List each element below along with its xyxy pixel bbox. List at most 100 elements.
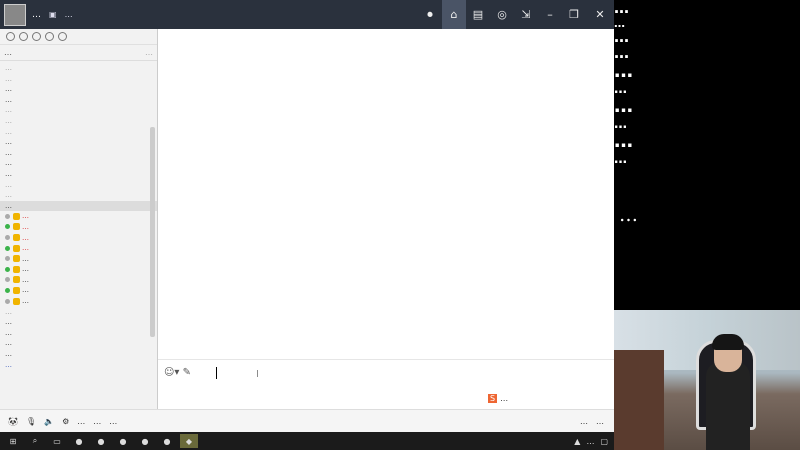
channel-list-item[interactable]: … (0, 211, 157, 222)
channel-list-item[interactable]: … (0, 169, 157, 180)
channel-list-item[interactable]: … (0, 360, 157, 371)
clock[interactable]: … (586, 437, 594, 446)
webcam-feed (614, 310, 800, 450)
followers-count: … (64, 10, 73, 19)
channel-list-item[interactable]: … (0, 180, 157, 191)
title-bar: … ▣ … ⏺ ⌂ ▤ ◎ ⇲ – ❐ ✕ (0, 0, 614, 29)
webcam-shelf (614, 350, 664, 450)
scrollbar[interactable] (150, 127, 155, 337)
channel-list-item[interactable]: … (0, 127, 157, 138)
channel-tool-icon[interactable] (19, 32, 28, 41)
channel-list-item[interactable]: … (0, 285, 157, 296)
push-to-talk-button[interactable]: … (77, 417, 85, 426)
app-icon[interactable]: ● (70, 434, 88, 448)
search-icon[interactable]: ⌕ (26, 434, 44, 448)
channel-list-item[interactable]: … (0, 243, 157, 254)
minimize-icon[interactable]: – (538, 0, 562, 29)
channel-list-item[interactable]: … (0, 307, 157, 318)
mic-icon[interactable]: 🎙 (26, 417, 36, 426)
channel-list-item-label: … (5, 95, 12, 104)
message-input-area[interactable]: ☺▾ ✎ I S … (158, 359, 614, 409)
user-badge-icon (13, 244, 20, 252)
mixer-icon[interactable]: ⚙ (62, 417, 69, 426)
channel-list-item[interactable]: … (0, 95, 157, 106)
channel-list-item[interactable]: … (0, 264, 157, 275)
status-dot-icon (5, 298, 10, 304)
channel-list-item[interactable]: … (0, 328, 157, 339)
overlay-text-line: … (614, 82, 627, 97)
video-icon[interactable]: ⏺ (418, 0, 442, 29)
status-dot-icon (5, 256, 10, 262)
task-view-icon[interactable]: ▭ (48, 434, 66, 448)
channel-list-item[interactable]: … (0, 190, 157, 201)
bottom-toolbar: 🐼 🎙 🔈 ⚙ … … … … … (0, 409, 614, 432)
channel-list-item[interactable]: … (0, 74, 157, 85)
channel-list-item[interactable]: … (0, 84, 157, 95)
home-icon[interactable]: ⌂ (442, 0, 466, 29)
streamer-body (706, 362, 750, 450)
app-icon[interactable]: ● (114, 434, 132, 448)
channel-list-item[interactable]: … (0, 296, 157, 307)
layout-icon[interactable]: ▤ (466, 0, 490, 29)
channel-list-item[interactable]: … (0, 233, 157, 244)
id-card-icon: ▣ (49, 10, 57, 19)
speak-mode-row[interactable]: … … (0, 45, 157, 61)
channel-template-button[interactable]: … (580, 417, 588, 426)
system-tray-icon[interactable]: ▲ (574, 437, 580, 446)
channel-list-item-label: … (5, 318, 12, 327)
channel-list-item[interactable]: … (0, 222, 157, 233)
app-icon[interactable]: ● (136, 434, 154, 448)
channel-list-item[interactable]: … (0, 137, 157, 148)
active-app-icon[interactable]: ◆ (180, 434, 198, 448)
channel-list-item[interactable]: … (0, 116, 157, 127)
overlay-text-line: … (614, 60, 633, 82)
gamepad-icon[interactable]: ◎ (490, 0, 514, 29)
channel-list-item-label: … (5, 148, 12, 157)
grid-icon[interactable] (45, 32, 54, 41)
ime-toolbar[interactable]: S … (488, 394, 508, 403)
overlay-text-line: … (614, 95, 633, 117)
channel-list-item[interactable]: … (0, 148, 157, 159)
ibeam-cursor: I (256, 369, 259, 380)
search-icon[interactable] (58, 32, 67, 41)
overlay-text-line: … (614, 17, 625, 30)
overlay-text-line: … (614, 152, 627, 167)
user-badge-icon (13, 255, 20, 263)
channel-list-item[interactable]: … (0, 63, 157, 74)
emoji-icon[interactable]: ☺▾ ✎ (164, 367, 191, 378)
channel-list-item-label: … (5, 307, 12, 316)
user-badge-icon (13, 212, 20, 220)
channel-list-item[interactable]: … (0, 349, 157, 360)
app-center-button[interactable]: … (596, 417, 604, 426)
close-icon[interactable]: ✕ (586, 0, 614, 29)
channel-list-item-label: … (5, 85, 12, 94)
app-icon[interactable]: ● (92, 434, 110, 448)
text-caret (216, 367, 217, 379)
ime-label[interactable]: … (500, 394, 508, 403)
channel-list-item[interactable]: … (0, 338, 157, 349)
speak-mode-label[interactable]: … (4, 48, 12, 57)
channel-list-item[interactable]: … (0, 200, 157, 212)
channel-list: …………………………………………………………………………… (0, 61, 157, 370)
channel-list-item[interactable]: … (0, 254, 157, 265)
channel-list-item[interactable]: … (0, 158, 157, 169)
windows-start-icon[interactable]: ⊞ (4, 434, 22, 448)
channel-list-item[interactable]: … (0, 317, 157, 328)
avatar[interactable] (4, 3, 26, 26)
shrink-icon[interactable]: ⇲ (514, 0, 538, 29)
notification-icon[interactable]: ▢ (600, 437, 608, 446)
overlay-text-line: … (614, 0, 629, 17)
channel-list-item[interactable]: … (0, 275, 157, 286)
channel-list-item[interactable]: … (0, 105, 157, 116)
channel-list-item-label: … (22, 212, 29, 221)
channel-tool-icon[interactable] (6, 32, 15, 41)
location-icon[interactable] (32, 32, 41, 41)
speaker-icon[interactable]: 🔈 (44, 417, 54, 426)
record-button[interactable]: … (109, 417, 117, 426)
restore-icon[interactable]: ❐ (562, 0, 586, 29)
channel-list-item-label: … (5, 180, 12, 189)
channel-list-item-label: … (5, 339, 12, 348)
channel-list-panel: … … …………………………………………………………………………… (0, 29, 158, 409)
play-music-button[interactable]: … (93, 417, 101, 426)
app-icon[interactable]: ● (158, 434, 176, 448)
